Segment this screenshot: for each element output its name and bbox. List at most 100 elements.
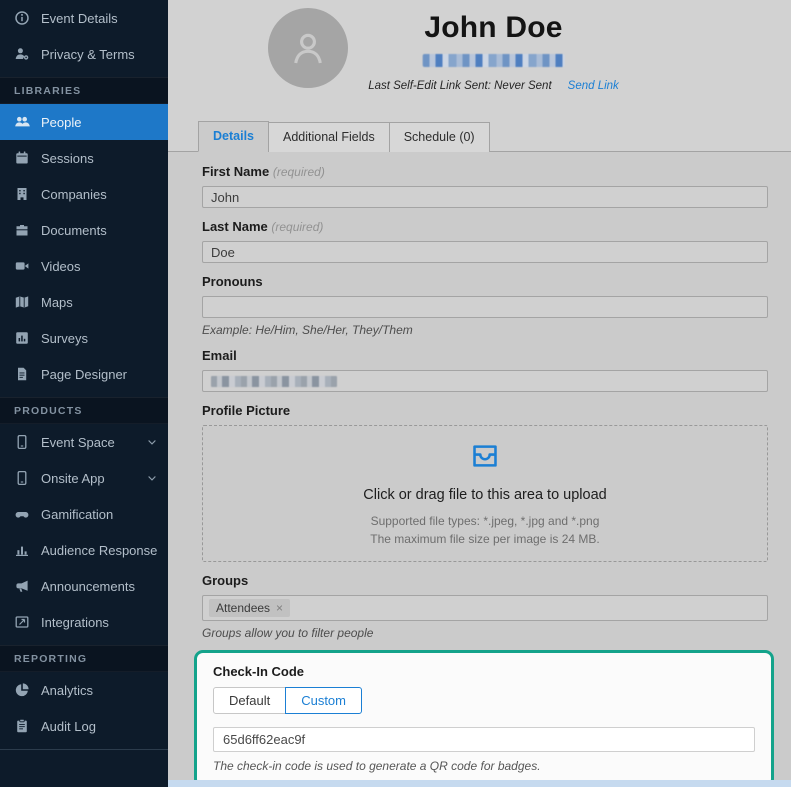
sidebar-item-label: Integrations: [41, 614, 109, 630]
pronouns-label: Pronouns: [202, 274, 263, 289]
game-icon: [14, 506, 30, 522]
calendar-icon: [14, 150, 30, 166]
check-in-mode-toggle: Default Custom: [213, 687, 755, 714]
last-name-label: Last Name: [202, 219, 268, 234]
video-icon: [14, 258, 30, 274]
phone-icon: [14, 434, 30, 450]
sidebar-item-analytics[interactable]: Analytics: [0, 672, 168, 708]
sidebar-item-label: Videos: [41, 258, 81, 274]
remove-tag-icon[interactable]: ×: [276, 602, 283, 614]
tab-additional-fields[interactable]: Additional Fields: [268, 122, 390, 152]
sidebar-item-label: Gamification: [41, 506, 114, 522]
groups-helper: Groups allow you to filter people: [202, 626, 374, 640]
first-name-label: First Name: [202, 164, 270, 179]
upload-hint-filetypes: Supported file types: *.jpeg, *.jpg and …: [370, 514, 600, 528]
sidebar-item-onsite-app[interactable]: Onsite App: [0, 460, 168, 496]
check-in-default-button[interactable]: Default: [213, 687, 287, 714]
sidebar-item-label: Event Details: [41, 10, 118, 26]
sidebar-item-integrations[interactable]: Integrations: [0, 604, 168, 640]
check-in-section: Check-In Code Default Custom The check-i…: [194, 650, 774, 787]
person-icon: [294, 33, 322, 64]
phone-icon: [14, 470, 30, 486]
groups-label: Groups: [202, 573, 249, 588]
email-label: Email: [202, 348, 237, 363]
sidebar-item-label: Analytics: [41, 682, 94, 698]
upload-hint-maxsize: The maximum file size per image is 24 MB…: [370, 532, 600, 546]
group-tag-label: Attendees: [216, 601, 271, 615]
megaphone-icon: [14, 578, 30, 594]
sidebar-section-reporting: REPORTING: [0, 645, 168, 672]
tab-bar: Details Additional Fields Schedule (0): [168, 121, 791, 152]
check-in-code-input[interactable]: [213, 727, 755, 752]
sidebar-item-label: Event Space: [41, 434, 115, 450]
sidebar-item-label: People: [41, 114, 82, 130]
first-name-field-group: First Name (required): [202, 164, 768, 208]
sidebar-item-videos[interactable]: Videos: [0, 248, 168, 284]
building-icon: [14, 186, 30, 202]
sidebar-item-audit-log[interactable]: Audit Log: [0, 708, 168, 744]
upload-title: Click or drag file to this area to uploa…: [363, 487, 607, 503]
sidebar-item-event-details[interactable]: Event Details: [0, 0, 168, 36]
sidebar-item-documents[interactable]: Documents: [0, 212, 168, 248]
profile-header-area: John Doe Last Self-Edit Link Sent: Never…: [168, 0, 791, 152]
tab-schedule[interactable]: Schedule (0): [388, 122, 490, 152]
page-title: John Doe: [424, 11, 563, 44]
pie-icon: [14, 682, 30, 698]
sidebar-section-libraries: LIBRARIES: [0, 77, 168, 104]
check-in-custom-button[interactable]: Custom: [285, 687, 362, 714]
upload-inbox-icon: [473, 445, 497, 467]
sidebar-divider: [0, 749, 168, 750]
redacted-contact-link[interactable]: [422, 54, 565, 67]
survey-icon: [14, 330, 30, 346]
chart-icon: [14, 542, 30, 558]
email-field-group: Email: [202, 348, 768, 392]
sidebar-item-event-space[interactable]: Event Space: [0, 424, 168, 460]
sidebar-item-people[interactable]: People: [0, 104, 168, 140]
chevron-down-icon: [146, 472, 158, 484]
pronouns-input[interactable]: [202, 296, 768, 318]
profile-picture-label: Profile Picture: [202, 403, 291, 418]
sidebar-section-products: PRODUCTS: [0, 397, 168, 424]
groups-input[interactable]: Attendees ×: [202, 595, 768, 621]
sidebar-item-label: Page Designer: [41, 366, 127, 382]
sidebar-item-announcements[interactable]: Announcements: [0, 568, 168, 604]
check-in-helper: The check-in code is used to generate a …: [213, 759, 541, 773]
check-in-code-label: Check-In Code: [213, 664, 305, 679]
clipboard-icon: [14, 718, 30, 734]
briefcase-icon: [14, 222, 30, 238]
sidebar-item-label: Maps: [41, 294, 73, 310]
sidebar-item-audience-response[interactable]: Audience Response: [0, 532, 168, 568]
required-hint: (required): [271, 220, 324, 234]
redacted-email-value: [211, 375, 337, 387]
required-hint: (required): [272, 165, 325, 179]
page-icon: [14, 366, 30, 382]
sidebar-item-surveys[interactable]: Surveys: [0, 320, 168, 356]
app-window: Event Details Privacy & Terms LIBRARIES Peo…: [0, 0, 791, 787]
footer-bar: [168, 780, 791, 787]
avatar: [268, 8, 348, 88]
send-link[interactable]: Send Link: [568, 80, 619, 92]
integrations-icon: [14, 614, 30, 630]
sidebar-item-sessions[interactable]: Sessions: [0, 140, 168, 176]
profile-picture-dropzone[interactable]: Click or drag file to this area to uploa…: [202, 425, 768, 562]
self-edit-link-status: Last Self-Edit Link Sent: Never Sent: [368, 80, 552, 92]
last-name-field-group: Last Name (required): [202, 219, 768, 263]
first-name-input[interactable]: [202, 186, 768, 208]
groups-field-group: Groups Attendees × Groups allow you to fi…: [202, 573, 768, 640]
profile-picture-field-group: Profile Picture Click or drag file to th…: [202, 403, 768, 562]
sidebar-item-companies[interactable]: Companies: [0, 176, 168, 212]
info-icon: [14, 10, 30, 26]
tab-details[interactable]: Details: [198, 121, 269, 152]
sidebar-item-privacy-terms[interactable]: Privacy & Terms: [0, 36, 168, 72]
main-content: John Doe Last Self-Edit Link Sent: Never…: [168, 0, 791, 787]
chevron-down-icon: [146, 436, 158, 448]
sidebar-item-label: Onsite App: [41, 470, 105, 486]
details-form: First Name (required) Last Name (require…: [168, 152, 791, 787]
sidebar-item-gamification[interactable]: Gamification: [0, 496, 168, 532]
email-field[interactable]: [202, 370, 768, 392]
sidebar-item-label: Surveys: [41, 330, 88, 346]
sidebar-item-maps[interactable]: Maps: [0, 284, 168, 320]
last-name-input[interactable]: [202, 241, 768, 263]
sidebar-item-page-designer[interactable]: Page Designer: [0, 356, 168, 392]
group-tag: Attendees ×: [209, 599, 291, 617]
